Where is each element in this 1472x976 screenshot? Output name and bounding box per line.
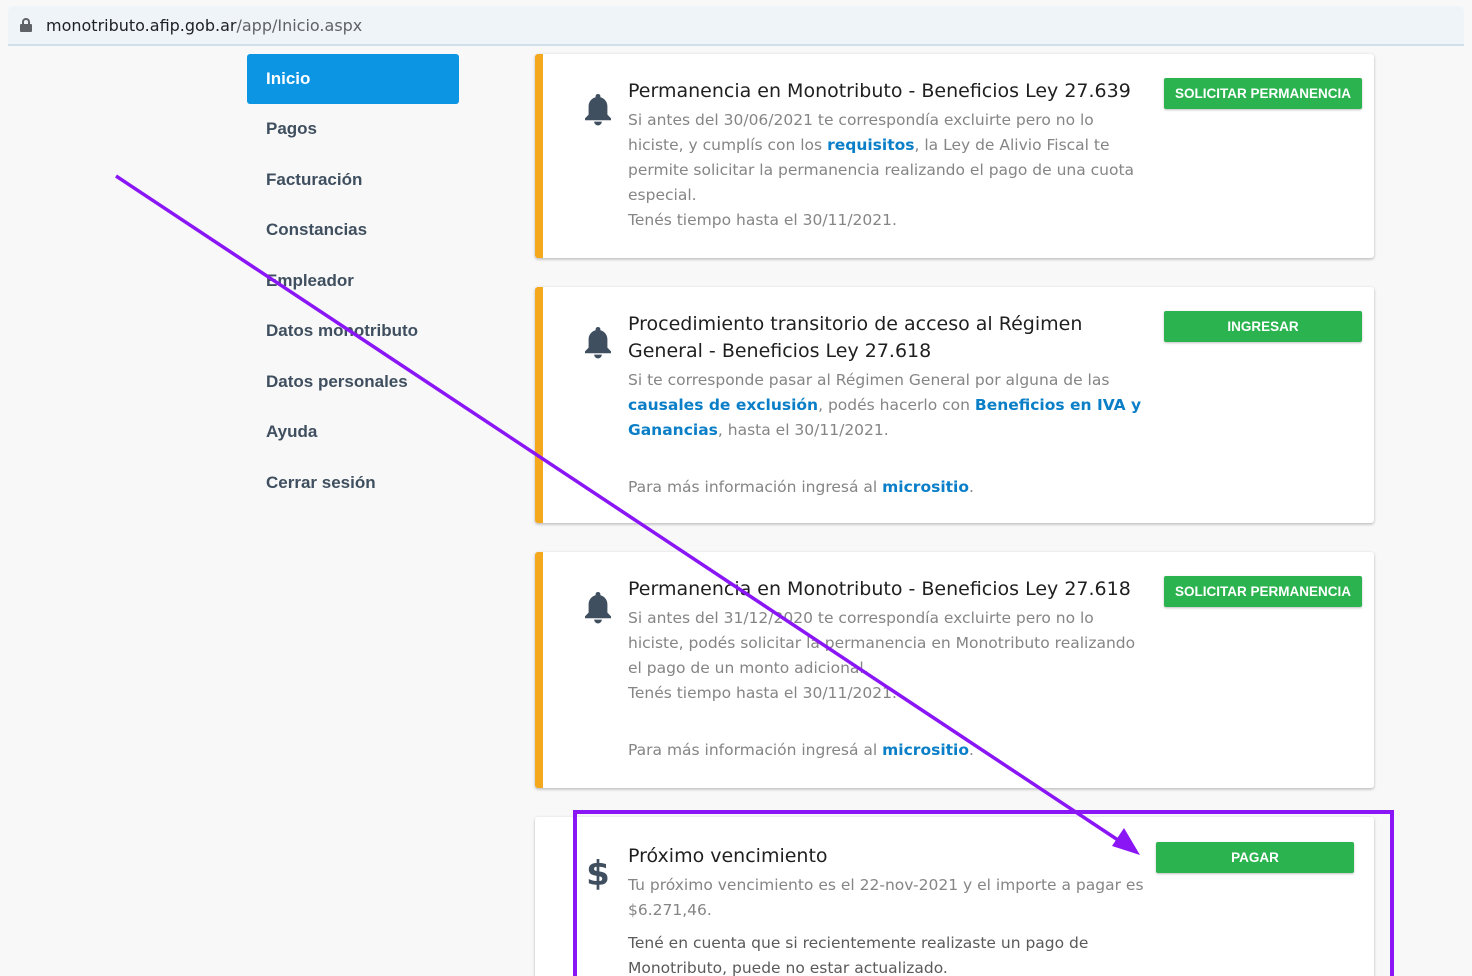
- card-text: Si te corresponde pasar al Régimen Gener…: [628, 371, 1110, 389]
- card-body: Si te corresponde pasar al Régimen Gener…: [628, 368, 1148, 500]
- sidebar-item-inicio[interactable]: Inicio: [247, 54, 459, 104]
- micrositio-link[interactable]: micrositio: [882, 478, 969, 496]
- requisitos-link[interactable]: requisitos: [827, 136, 914, 154]
- sidebar-item-datos-monotributo[interactable]: Datos monotributo: [247, 306, 459, 357]
- card-text: Tu próximo vencimiento es el 22-nov-2021…: [628, 876, 1144, 919]
- bell-icon: [581, 590, 615, 624]
- card-body: Si antes del 31/12/2020 te correspondía …: [628, 606, 1148, 763]
- bell-icon: [581, 92, 615, 126]
- card-note: Tené en cuenta que si recientemente real…: [628, 934, 1089, 976]
- sidebar-item-facturacion[interactable]: Facturación: [247, 155, 459, 206]
- sidebar-item-cerrar-sesion[interactable]: Cerrar sesión: [247, 458, 459, 509]
- url-path: /app/Inicio.aspx: [236, 15, 363, 35]
- card-deadline: Tenés tiempo hasta el 30/11/2021.: [628, 211, 897, 229]
- card-info-text: .: [969, 741, 974, 759]
- lock-icon[interactable]: [20, 18, 32, 32]
- sidebar-item-empleador[interactable]: Empleador: [247, 256, 459, 307]
- sidebar-item-datos-personales[interactable]: Datos personales: [247, 357, 459, 408]
- ingresar-button[interactable]: INGRESAR: [1164, 311, 1362, 342]
- card-title: Permanencia en Monotributo - Beneficios …: [628, 80, 1131, 102]
- card-title: Permanencia en Monotributo - Beneficios …: [628, 578, 1131, 600]
- card-title: Procedimiento transitorio de acceso al R…: [628, 313, 1083, 362]
- dollar-glyph: $: [586, 854, 610, 894]
- notice-card-permanencia-27639: Permanencia en Monotributo - Beneficios …: [535, 54, 1374, 258]
- pagar-button[interactable]: PAGAR: [1156, 842, 1354, 873]
- sidebar-item-pagos[interactable]: Pagos: [247, 104, 459, 155]
- solicitar-permanencia-button[interactable]: SOLICITAR PERMANENCIA: [1164, 78, 1362, 109]
- url-host: monotributo.afip.gob.ar: [46, 15, 237, 35]
- card-body: Tu próximo vencimiento es el 22-nov-2021…: [628, 873, 1148, 976]
- proximo-vencimiento-card: $ Próximo vencimiento Tu próximo vencimi…: [535, 817, 1374, 976]
- card-info-text: Para más información ingresá al: [628, 741, 883, 759]
- card-text: , podés hacerlo con: [818, 396, 975, 414]
- sidebar-item-ayuda[interactable]: Ayuda: [247, 407, 459, 458]
- card-title: Próximo vencimiento: [628, 845, 828, 867]
- card-body: Si antes del 30/06/2021 te correspondía …: [628, 108, 1148, 233]
- micrositio-link[interactable]: micrositio: [882, 741, 969, 759]
- solicitar-permanencia-button[interactable]: SOLICITAR PERMANENCIA: [1164, 576, 1362, 607]
- notice-card-permanencia-27618: Permanencia en Monotributo - Beneficios …: [535, 552, 1374, 788]
- address-bar[interactable]: monotributo.afip.gob.ar/app/Inicio.aspx: [8, 6, 1464, 46]
- card-info-text: .: [969, 478, 974, 496]
- card-deadline: Tenés tiempo hasta el 30/11/2021.: [628, 684, 897, 702]
- notice-card-regimen-general: Procedimiento transitorio de acceso al R…: [535, 287, 1374, 523]
- card-text: , hasta el 30/11/2021.: [717, 421, 889, 439]
- sidebar-nav: Inicio Pagos Facturación Constancias Emp…: [247, 54, 459, 508]
- dollar-icon: $: [581, 854, 615, 894]
- card-text: Si antes del 31/12/2020 te correspondía …: [628, 609, 1136, 677]
- causales-exclusion-link[interactable]: causales de exclusión: [628, 396, 818, 414]
- bell-icon: [581, 325, 615, 359]
- card-info-text: Para más información ingresá al: [628, 478, 883, 496]
- sidebar-item-constancias[interactable]: Constancias: [247, 205, 459, 256]
